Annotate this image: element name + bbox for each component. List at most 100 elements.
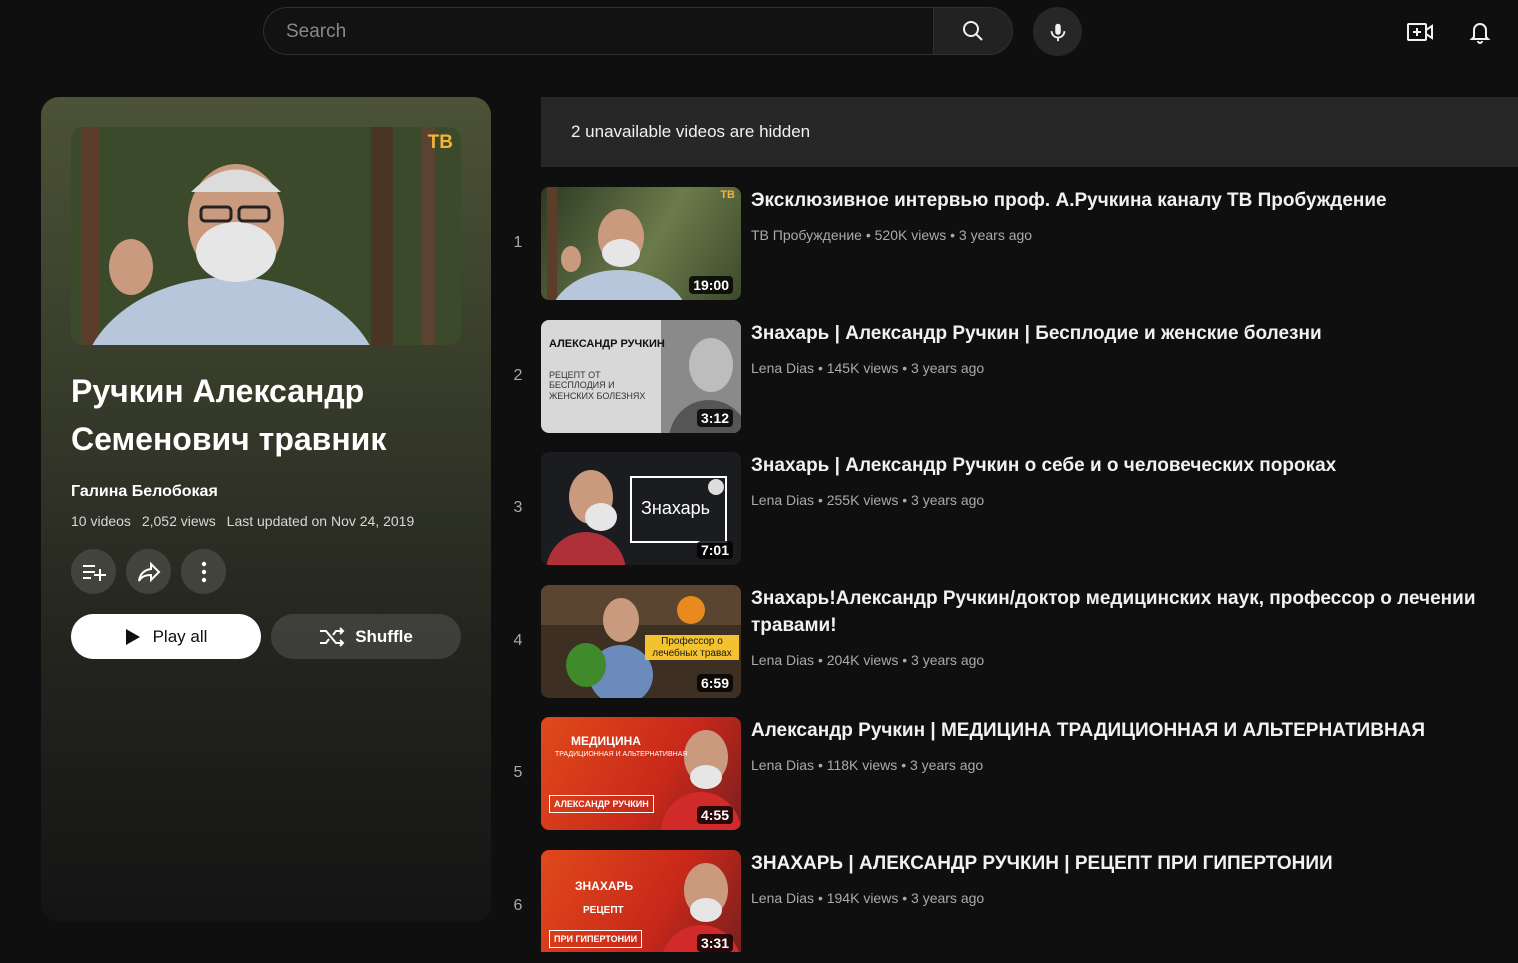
search-input[interactable] (284, 20, 908, 44)
voice-search-button[interactable] (1033, 7, 1082, 56)
meta-separator: • (902, 890, 908, 906)
notifications-button[interactable] (1464, 16, 1496, 48)
playlist-title: Ручкин Александр Семенович травник (71, 373, 387, 457)
meta-separator: • (817, 757, 823, 773)
view-count: 2,052 views (141, 513, 216, 529)
more-options-button[interactable] (181, 549, 226, 594)
channel-logo: ТВ (427, 132, 453, 153)
video-channel[interactable]: Lena Dias (751, 360, 814, 376)
play-all-label: Play all (152, 626, 208, 646)
video-channel[interactable]: Lena Dias (751, 757, 814, 773)
video-meta: Lena Dias • 204K views • 3 years ago (751, 652, 984, 668)
video-title[interactable]: Знахарь | Александр Ручкин о себе и о че… (751, 452, 1491, 479)
video-title[interactable]: ЗНАХАРЬ | АЛЕКСАНДР РУЧКИН | РЕЦЕПТ ПРИ … (751, 850, 1491, 877)
video-channel[interactable]: Lena Dias (751, 890, 814, 906)
thumbnail-caption: Профессор о лечебных травах (645, 635, 739, 660)
meta-separator: • (902, 652, 908, 668)
shuffle-label: Shuffle (355, 626, 413, 646)
video-title[interactable]: Знахарь | Александр Ручкин | Бесплодие и… (751, 320, 1491, 347)
video-channel[interactable]: Lena Dias (751, 492, 814, 508)
meta-separator: • (902, 360, 908, 376)
create-video-icon (1407, 23, 1433, 41)
shuffle-button[interactable]: Shuffle (271, 614, 461, 659)
playlist-thumbnail-image (71, 127, 461, 345)
search-icon (963, 21, 983, 41)
playlist-video-row[interactable]: 2 АЛЕКСАНДР РУЧКИН РЕЦЕПТ ОТ БЕСПЛОДИЯ И… (505, 320, 1518, 433)
playlist-video-row[interactable]: 1 ТВ 19:00 Эксклюзивное интервью проф. А… (505, 187, 1518, 300)
video-age: 3 years ago (911, 890, 985, 906)
video-duration: 6:59 (696, 674, 733, 692)
video-title[interactable]: Знахарь!Александр Ручкин/доктор медицинс… (751, 585, 1491, 639)
video-age: 3 years ago (911, 492, 985, 508)
meta-separator: • (901, 757, 907, 773)
video-thumbnail[interactable]: ЗНАХАРЬ РЕЦЕПТ ПРИ ГИПЕРТОНИИ 3:31 (541, 850, 741, 952)
video-views: 194K views (826, 890, 899, 906)
meta-separator: • (950, 227, 956, 243)
video-age: 3 years ago (958, 227, 1033, 243)
bell-icon (1469, 23, 1491, 44)
hidden-videos-notice: 2 unavailable videos are hidden (541, 97, 1518, 167)
playlist-owner[interactable]: Галина Белобокая (71, 483, 218, 501)
thumbnail-tag: ПРИ ГИПЕРТОНИИ (549, 930, 643, 949)
video-meta: Lena Dias • 118K views • 3 years ago (751, 757, 983, 773)
video-views: 118K views (826, 757, 898, 773)
play-all-button[interactable]: Play all (71, 614, 261, 659)
video-thumbnail[interactable]: АЛЕКСАНДР РУЧКИН РЕЦЕПТ ОТ БЕСПЛОДИЯ И Ж… (541, 320, 741, 433)
video-views: 520K views (874, 227, 947, 243)
video-views: 145K views (826, 360, 899, 376)
thumbnail-subtitle: РЕЦЕПТ ОТ БЕСПЛОДИЯ И ЖЕНСКИХ БОЛЕЗНЯХ (549, 370, 646, 401)
playlist-add-icon (82, 564, 106, 581)
thumbnail-title: ЗНАХАРЬ (575, 879, 634, 893)
video-meta: Lena Dias • 194K views • 3 years ago (751, 890, 984, 906)
video-views: 255K views (826, 492, 899, 508)
playlist-thumbnail[interactable]: ТВ (71, 127, 461, 345)
video-age: 3 years ago (911, 360, 985, 376)
video-meta: ТВ Пробуждение • 520K views • 3 years ag… (751, 227, 1032, 243)
play-icon (125, 628, 140, 645)
meta-separator: • (865, 227, 871, 243)
playlist-stats: 10 videos 2,052 views Last updated on No… (71, 513, 421, 529)
share-button[interactable] (126, 549, 171, 594)
video-index: 2 (513, 367, 523, 384)
thumbnail-logo: ТВ (720, 189, 735, 201)
thumbnail-tag: АЛЕКСАНДР РУЧКИН (549, 795, 654, 814)
video-index: 4 (513, 632, 523, 649)
search-box[interactable] (263, 7, 933, 55)
save-playlist-button[interactable] (71, 549, 116, 594)
video-thumbnail[interactable]: МЕДИЦИНА ТРАДИЦИОННАЯ И АЛЬТЕРНАТИВНАЯ А… (541, 717, 741, 830)
video-duration: 19:00 (689, 276, 733, 294)
playlist-video-row[interactable]: 5 МЕДИЦИНА ТРАДИЦИОННАЯ И АЛЬТЕРНАТИВНАЯ… (505, 717, 1518, 830)
video-meta: Lena Dias • 255K views • 3 years ago (751, 492, 984, 508)
microphone-icon (1050, 23, 1065, 41)
video-duration: 7:01 (696, 541, 733, 559)
create-button[interactable] (1404, 16, 1436, 48)
video-age: 3 years ago (911, 652, 985, 668)
video-title[interactable]: Александр Ручкин | МЕДИЦИНА ТРАДИЦИОННАЯ… (751, 717, 1491, 744)
video-thumbnail[interactable]: ТВ 19:00 (541, 187, 741, 300)
search-button[interactable] (933, 7, 1013, 55)
playlist-video-row[interactable]: 6 ЗНАХАРЬ РЕЦЕПТ ПРИ ГИПЕРТОНИИ 3:31 ЗНА… (505, 850, 1518, 963)
video-index: 5 (513, 764, 523, 781)
video-duration: 3:31 (696, 934, 733, 952)
video-thumbnail[interactable]: Знахарь 7:01 (541, 452, 741, 565)
video-index: 3 (513, 499, 523, 516)
meta-separator: • (817, 890, 823, 906)
playlist-video-row[interactable]: 3 Знахарь 7:01 Знахарь | Александр Ручки… (505, 452, 1518, 565)
video-views: 204K views (826, 652, 899, 668)
video-channel[interactable]: Lena Dias (751, 652, 814, 668)
playlist-video-row[interactable]: 4 Профессор о лечебных травах 6:59 Знаха… (505, 585, 1518, 698)
meta-separator: • (817, 652, 823, 668)
video-meta: Lena Dias • 145K views • 3 years ago (751, 360, 984, 376)
video-duration: 3:12 (696, 409, 733, 427)
last-updated: Last updated on Nov 24, 2019 (226, 513, 415, 529)
thumbnail-title: Знахарь (641, 498, 711, 518)
meta-separator: • (817, 360, 823, 376)
thumbnail-title: МЕДИЦИНА (571, 734, 641, 748)
video-thumbnail[interactable]: Профессор о лечебных травах 6:59 (541, 585, 741, 698)
video-index: 1 (513, 234, 523, 251)
shuffle-icon (320, 626, 345, 647)
video-channel[interactable]: ТВ Пробуждение (751, 227, 862, 243)
more-vert-icon (201, 561, 206, 582)
video-title[interactable]: Эксклюзивное интервью проф. А.Ручкина ка… (751, 187, 1491, 214)
hidden-videos-text: 2 unavailable videos are hidden (571, 122, 811, 141)
